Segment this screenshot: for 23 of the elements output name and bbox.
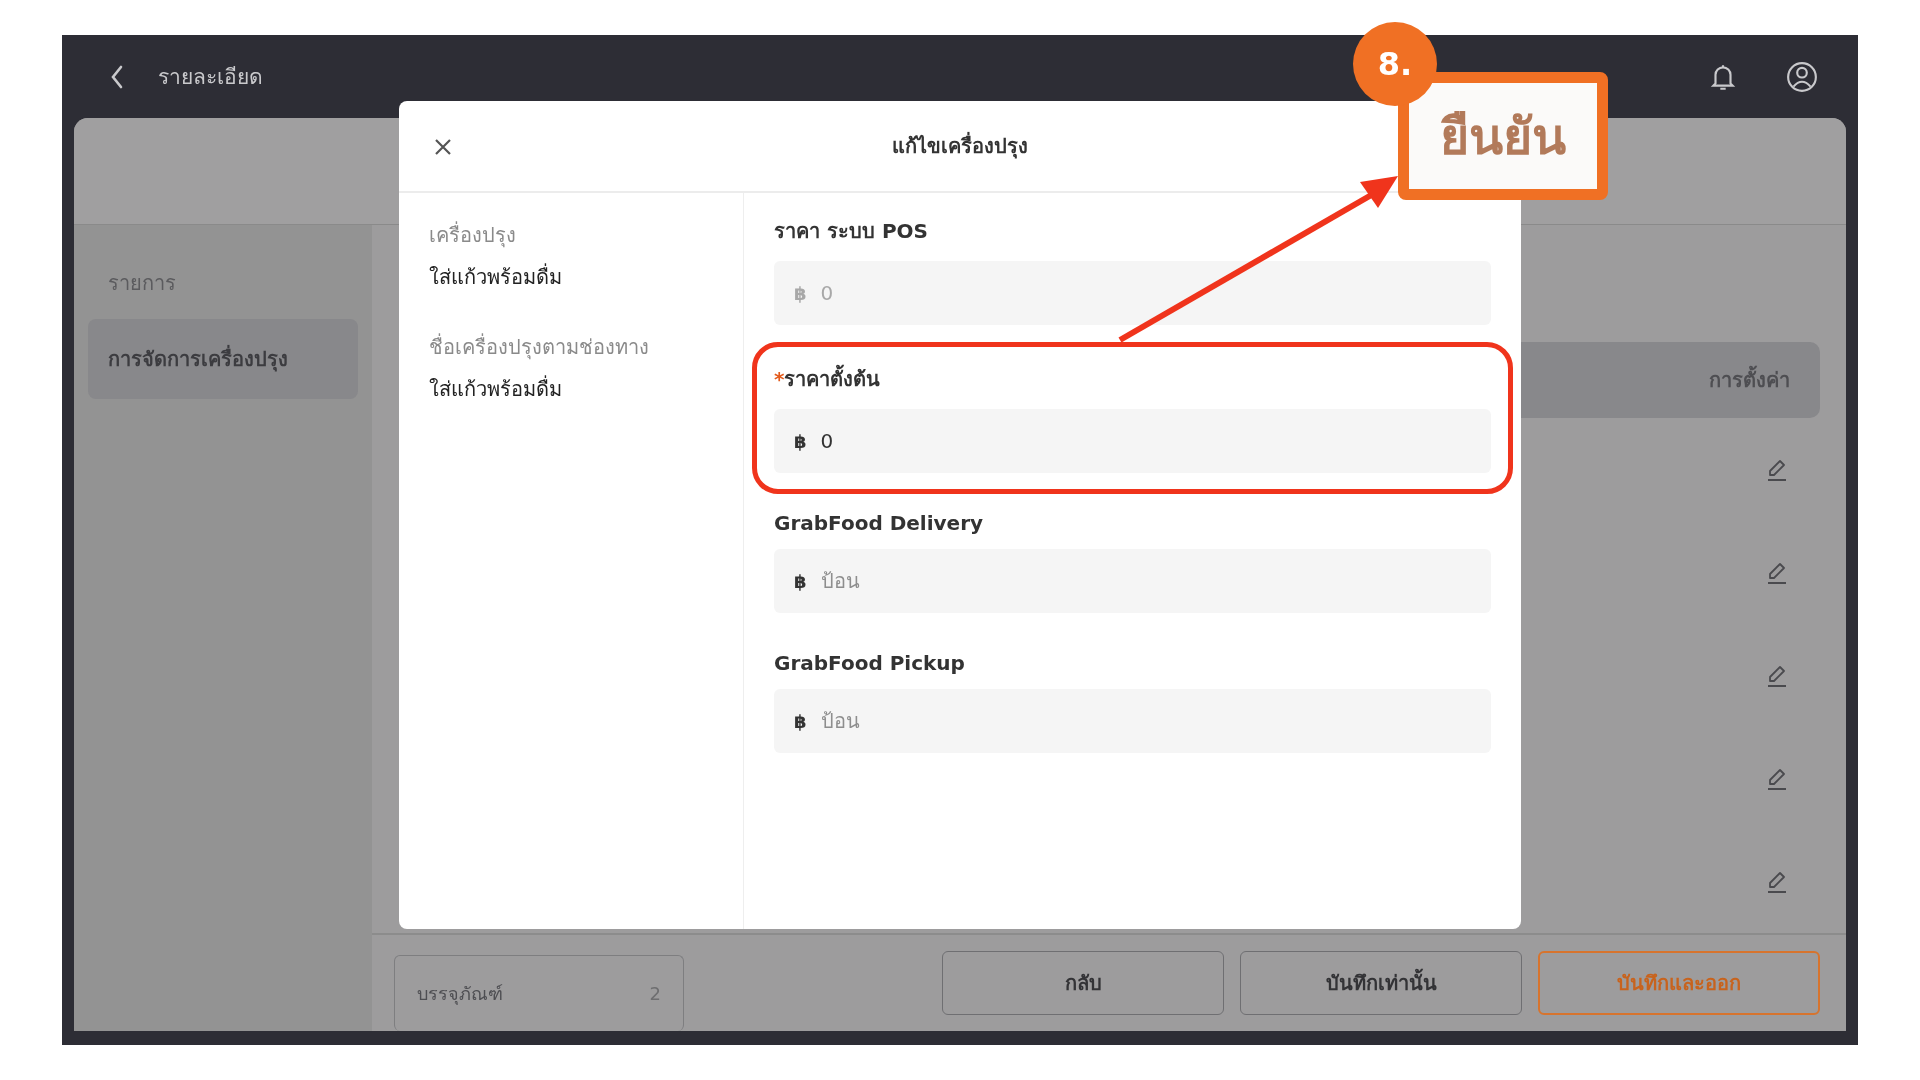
- category-label: บรรจุภัณฑ์: [417, 982, 503, 1007]
- price-field[interactable]: ฿ ป้อน: [774, 549, 1491, 613]
- dialog-title: แก้ไขเครื่องปรุง: [892, 131, 1028, 161]
- sidebar-item[interactable]: การจัดการเครื่องปรุง: [88, 319, 358, 399]
- info-label: เครื่องปรุง: [429, 220, 517, 250]
- close-icon[interactable]: [433, 137, 453, 157]
- field-label: GrabFood Pickup: [774, 651, 966, 675]
- callout-text: ยืนยัน: [1440, 106, 1566, 168]
- field-label: *ราคาตั้งต้น: [774, 363, 1491, 395]
- footer-button[interactable]: กลับ: [942, 951, 1224, 1015]
- price-field[interactable]: ฿ 0: [774, 409, 1491, 473]
- info-value: ใส่แก้วพร้อมดื่ม: [429, 374, 563, 403]
- field-label: GrabFood Delivery: [774, 511, 985, 535]
- info-value: ใส่แก้วพร้อมดื่ม: [429, 262, 563, 291]
- back-icon[interactable]: [110, 64, 124, 89]
- price-field[interactable]: ฿ ป้อน: [774, 689, 1491, 753]
- page-title: รายละเอียด: [158, 64, 263, 91]
- footer-button[interactable]: บันทึกเท่านั้น: [1240, 951, 1522, 1015]
- column-heading: การตั้งค่า: [1709, 364, 1790, 396]
- field-label: ราคา ระบบ POS: [774, 218, 929, 245]
- sidebar-heading: รายการ: [107, 270, 177, 297]
- info-label: ชื่อเครื่องปรุงตามช่องทาง: [429, 332, 650, 362]
- user-icon[interactable]: [1786, 60, 1818, 93]
